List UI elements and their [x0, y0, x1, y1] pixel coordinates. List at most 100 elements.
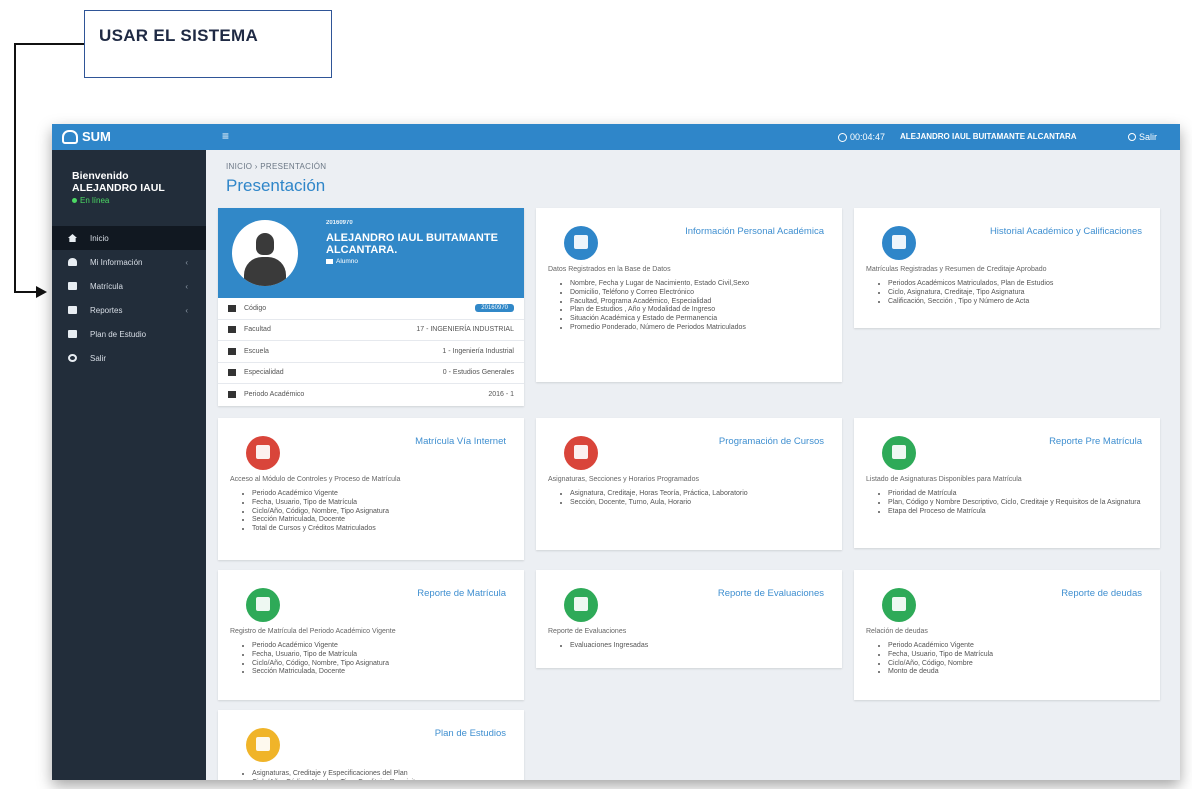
- feature-card[interactable]: Reporte Pre Matrícula Listado de Asignatu…: [854, 418, 1160, 548]
- list-item: Asignatura, Creditaje, Horas Teoría, Prá…: [570, 490, 832, 499]
- clock-text: 00:04:47: [850, 132, 886, 142]
- list-item: Ciclo, Asignatura, Creditaje, Tipo Asign…: [888, 289, 1150, 298]
- file-icon: [882, 436, 916, 470]
- logout-button[interactable]: Salir: [1128, 132, 1157, 142]
- list-item: Fecha, Usuario, Tipo de Matrícula: [252, 651, 514, 660]
- card-subtitle: Matrículas Registradas y Resumen de Cred…: [866, 266, 1047, 273]
- feature-card[interactable]: Plan de Estudios Asignaturas, Creditaje y…: [218, 710, 524, 780]
- list-item: Periodo Académico Vigente: [888, 642, 1150, 651]
- feature-card[interactable]: Reporte de deudas Relación de deudas Perio…: [854, 570, 1160, 700]
- card-subtitle: Reporte de Evaluaciones: [548, 628, 627, 635]
- feature-card[interactable]: Reporte de Matrícula Registro de Matrícul…: [218, 570, 524, 700]
- profile-row-facultad: Facultad 17 - INGENIERÍA INDUSTRIAL: [218, 320, 524, 341]
- list-item: Evaluaciones Ingresadas: [570, 642, 832, 651]
- sidebar: Bienvenido ALEJANDRO IAUL En línea Inici…: [52, 150, 206, 780]
- profile-details: Código 20160970 Facultad 17 - INGENIERÍA…: [218, 298, 524, 406]
- arrow-right-icon: [36, 286, 47, 298]
- app-window: SUM ≡ 00:04:47 ALEJANDRO IAUL BUITAMANTE…: [52, 124, 1180, 780]
- sidebar-item-plan-de-estudio[interactable]: Plan de Estudio: [52, 322, 206, 346]
- user-icon: [228, 304, 236, 312]
- chevron-left-icon: ‹: [185, 306, 188, 315]
- avatar: [232, 220, 298, 286]
- sidebar-item-label: Matrícula: [90, 281, 123, 291]
- globe-icon: [246, 436, 280, 470]
- profile-row-especialidad: Especialidad 0 - Estudios Generales: [218, 363, 524, 384]
- feature-card[interactable]: Reporte de Evaluaciones Reporte de Evalua…: [536, 570, 842, 668]
- sidebar-item-reportes[interactable]: Reportes ‹: [52, 298, 206, 322]
- list-item: Ciclo/Año, Código, Nombre: [888, 660, 1150, 669]
- feature-card[interactable]: Programación de Cursos Asignaturas, Secci…: [536, 418, 842, 550]
- sidebar-item-inicio[interactable]: Inicio: [52, 226, 206, 250]
- sidebar-item-matricula[interactable]: Matrícula ‹: [52, 274, 206, 298]
- list-item: Asignaturas, Creditaje y Especificacione…: [252, 770, 514, 779]
- sidebar-item-mi-informacion[interactable]: Mi Información ‹: [52, 250, 206, 274]
- card-title[interactable]: Reporte de deudas: [1061, 588, 1142, 599]
- institution-icon: [228, 347, 236, 355]
- profile-role-label: Alumno: [336, 258, 359, 265]
- sidebar-item-label: Mi Información: [90, 257, 143, 267]
- list-item: Monto de deuda: [888, 668, 1150, 677]
- user-icon: [68, 258, 77, 266]
- list-icon: [68, 330, 77, 338]
- list-item: Periodos Académicos Matriculados, Plan d…: [888, 280, 1150, 289]
- chevron-left-icon: ‹: [185, 282, 188, 291]
- logout-label: Salir: [1139, 132, 1158, 142]
- profile-header: 20160970 ALEJANDRO IAUL BUITAMANTE ALCAN…: [218, 208, 524, 298]
- list-item: Ciclo/Año, Código, Nombre, Tipo Asignatu…: [252, 660, 514, 669]
- sum-logo-icon: [62, 129, 78, 144]
- card-title[interactable]: Información Personal Académica: [685, 226, 824, 237]
- sidebar-item-label: Plan de Estudio: [90, 329, 147, 339]
- hamburger-menu-icon[interactable]: ≡: [222, 129, 229, 143]
- list-item: Plan de Estudios , Año y Modalidad de In…: [570, 306, 832, 315]
- institution-icon: [228, 369, 236, 377]
- money-icon: [882, 588, 916, 622]
- connector-line-bottom: [14, 291, 38, 293]
- feature-card[interactable]: Información Personal Académica Datos Regi…: [536, 208, 842, 382]
- connector-line-top: [14, 43, 84, 45]
- sidebar-item-label: Reportes: [90, 305, 123, 315]
- card-subtitle: Listado de Asignaturas Disponibles para …: [866, 476, 1022, 483]
- card-subtitle: Acceso al Módulo de Controles y Proceso …: [230, 476, 401, 483]
- list-item: Ciclo/Año, Código, Nombre, Tipo, Credita…: [252, 779, 514, 780]
- avatar-head-shape: [256, 233, 274, 255]
- card-title[interactable]: Plan de Estudios: [435, 728, 506, 739]
- screenshot-root: USAR EL SISTEMA SUM ≡ 00:04:47 ALEJANDRO…: [0, 0, 1192, 789]
- list-item: Sección, Docente, Turno, Aula, Horario: [570, 499, 832, 508]
- card-title[interactable]: Matrícula Vía Internet: [415, 436, 506, 447]
- card-title[interactable]: Reporte de Matrícula: [417, 588, 506, 599]
- profile-row-value: 1 - Ingeniería Industrial: [442, 347, 514, 355]
- profile-row-value: 0 - Estudios Generales: [442, 369, 514, 377]
- connector-line-vertical: [14, 43, 16, 292]
- top-bar: SUM ≡ 00:04:47 ALEJANDRO IAUL BUITAMANTE…: [52, 124, 1180, 150]
- profile-row-label: Especialidad: [244, 369, 284, 377]
- feature-card[interactable]: Historial Académico y Calificaciones Matr…: [854, 208, 1160, 328]
- profile-code: 20160970: [326, 220, 353, 226]
- welcome-user-name: ALEJANDRO IAUL: [72, 182, 165, 194]
- graduation-cap-icon: [326, 259, 333, 264]
- app-logo[interactable]: SUM: [62, 129, 111, 144]
- list-item: Fecha, Usuario, Tipo de Matrícula: [252, 499, 514, 508]
- list-item: Total de Cursos y Créditos Matriculados: [252, 525, 514, 534]
- chart-icon: [882, 226, 916, 260]
- calendar-icon: [228, 391, 236, 399]
- welcome-block: Bienvenido ALEJANDRO IAUL: [72, 170, 202, 194]
- card-title[interactable]: Programación de Cursos: [719, 436, 824, 447]
- welcome-text: Bienvenido: [72, 170, 129, 182]
- chevron-left-icon: ‹: [185, 258, 188, 267]
- report-icon: [68, 306, 77, 314]
- calendar-icon: [564, 436, 598, 470]
- list-item: Ciclo/Año, Código, Nombre, Tipo Asignatu…: [252, 508, 514, 517]
- list-item: Sección Matriculada, Docente: [252, 668, 514, 677]
- profile-role: Alumno: [326, 258, 358, 265]
- breadcrumb[interactable]: INICIO › PRESENTACIÓN: [226, 162, 326, 171]
- list-item: Periodo Académico Vigente: [252, 642, 514, 651]
- profile-card: 20160970 ALEJANDRO IAUL BUITAMANTE ALCAN…: [218, 208, 524, 406]
- header-user-name[interactable]: ALEJANDRO IAUL BUITAMANTE ALCANTARA: [900, 132, 1077, 141]
- feature-card[interactable]: Matrícula Vía Internet Acceso al Módulo d…: [218, 418, 524, 560]
- sidebar-nav: Inicio Mi Información ‹ Matrícula ‹ Repo…: [52, 226, 206, 370]
- card-title[interactable]: Reporte Pre Matrícula: [1049, 436, 1142, 447]
- card-title[interactable]: Reporte de Evaluaciones: [718, 588, 824, 599]
- sidebar-item-salir[interactable]: Salir: [52, 346, 206, 370]
- card-title[interactable]: Historial Académico y Calificaciones: [990, 226, 1142, 237]
- user-circle-icon: [564, 226, 598, 260]
